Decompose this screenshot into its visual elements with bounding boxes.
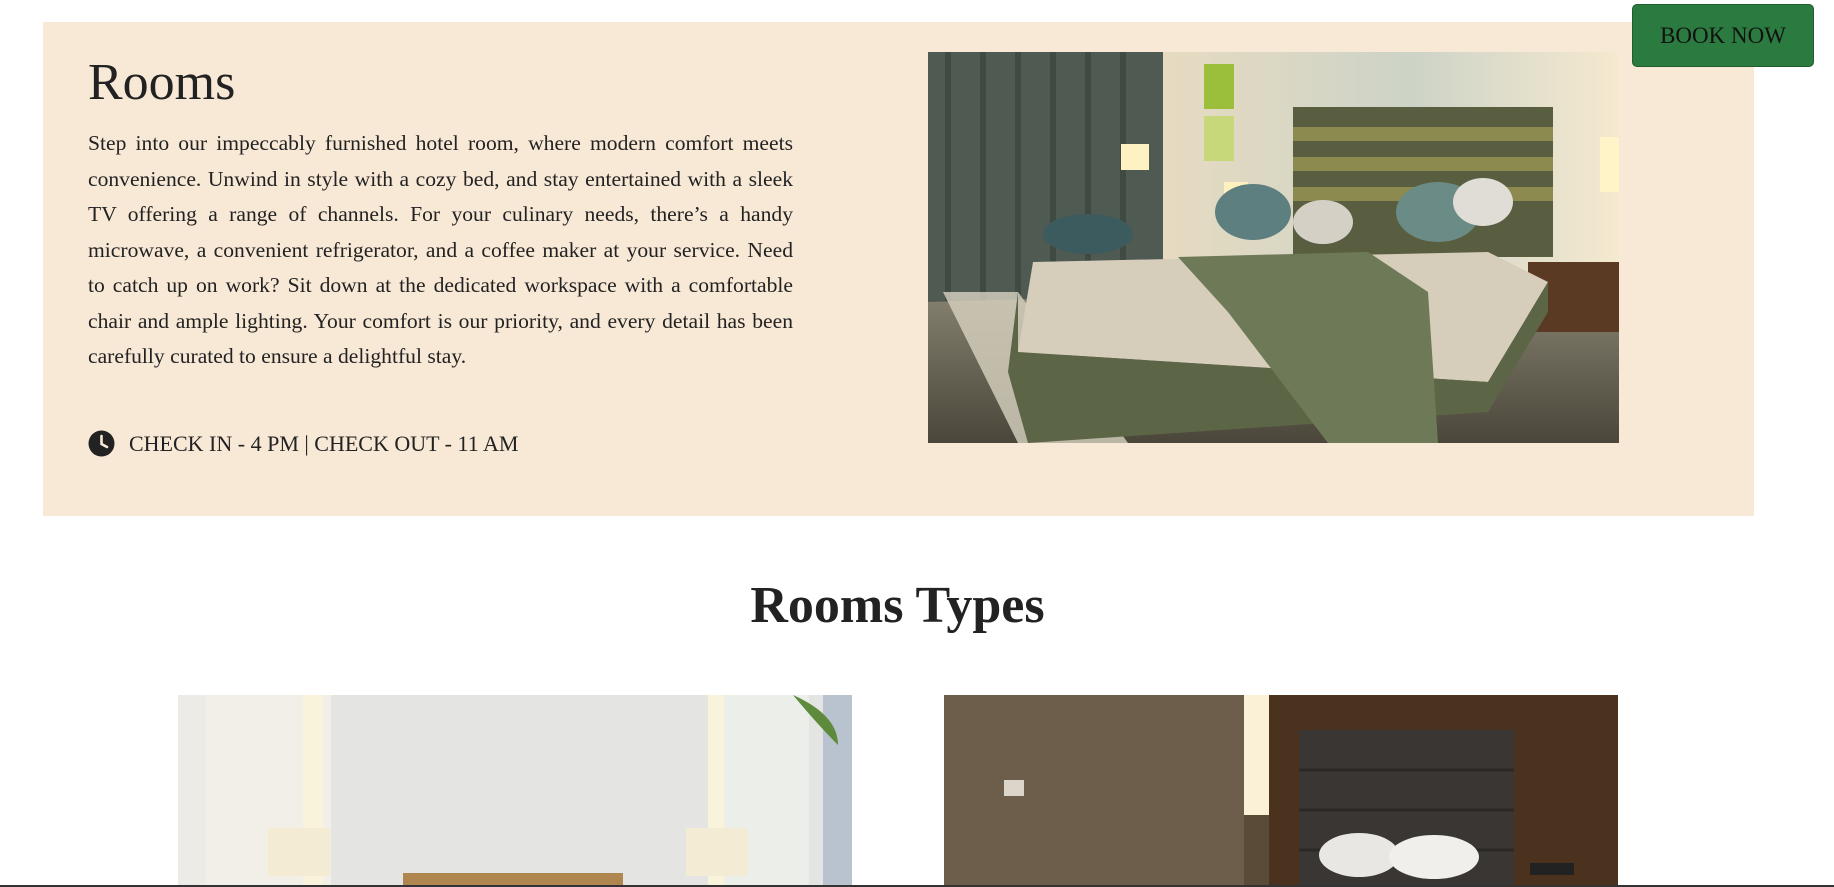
hotel-room-photo xyxy=(928,52,1619,443)
rooms-description: Step into our impeccably furnished hotel… xyxy=(88,131,793,368)
rooms-section: Rooms Step into our impeccably furnished… xyxy=(43,22,1754,516)
checkin-checkout-info: CHECK IN - 4 PM | CHECK OUT - 11 AM xyxy=(88,430,518,457)
room-type-photo-bright[interactable] xyxy=(178,695,852,887)
room-type-photo-dark[interactable] xyxy=(944,695,1618,887)
book-now-button[interactable]: BOOK NOW xyxy=(1632,4,1814,67)
checkin-checkout-text: CHECK IN - 4 PM | CHECK OUT - 11 AM xyxy=(129,430,519,456)
rooms-title: Rooms xyxy=(88,54,236,111)
clock-icon xyxy=(88,430,115,457)
room-types-title: Rooms Types xyxy=(750,577,1045,634)
